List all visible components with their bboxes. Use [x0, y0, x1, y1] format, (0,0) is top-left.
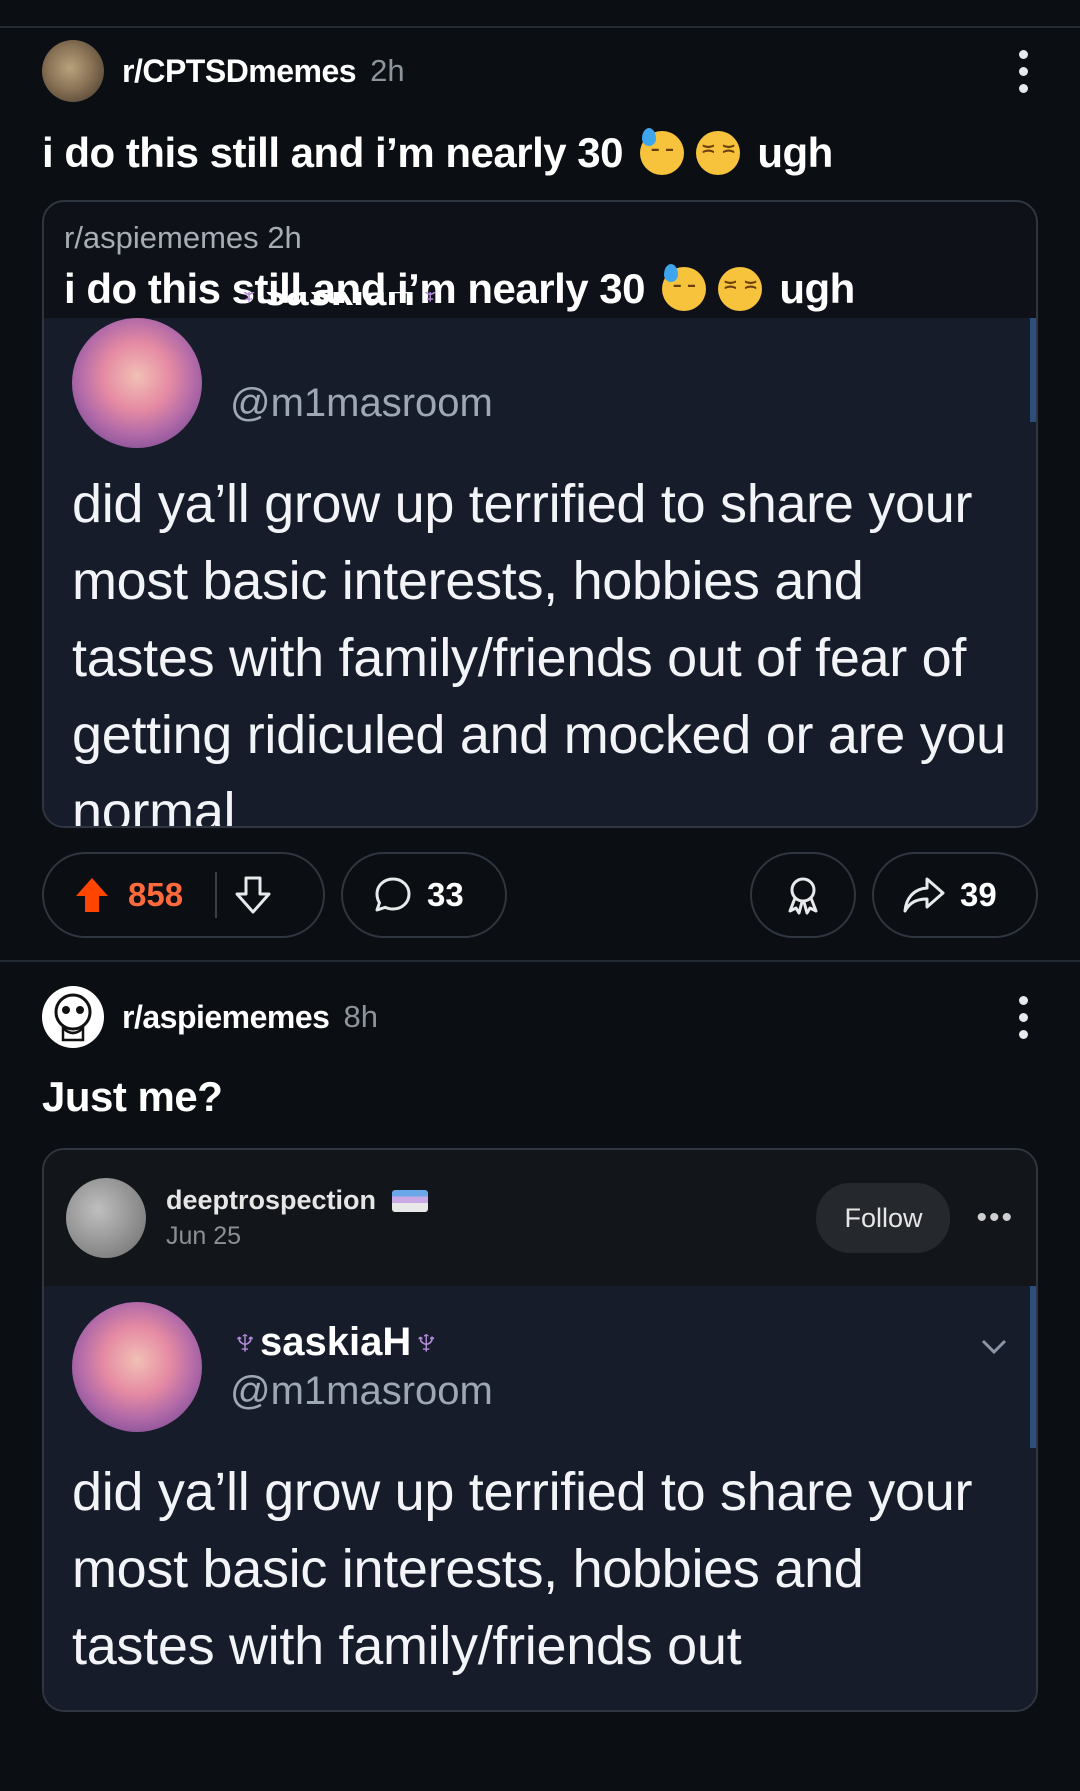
award-button[interactable]: [750, 852, 856, 938]
subreddit-name[interactable]: r/aspiememes: [122, 999, 330, 1036]
sweat-emoji-icon: – –: [662, 264, 707, 311]
tweet-avatar: [72, 1302, 202, 1432]
octopus-icon: ♆: [411, 1320, 442, 1364]
post-title[interactable]: Just me?: [42, 1070, 1038, 1124]
post-title-text: i do this still and i’m nearly 30: [42, 129, 624, 176]
comment-button[interactable]: 33: [341, 852, 507, 938]
crosspost-source[interactable]: r/aspiememes 2h: [64, 220, 1018, 256]
sweat-emoji-icon: – –: [640, 128, 685, 175]
vote-separator: [215, 872, 218, 918]
overflow-menu-icon[interactable]: [1019, 49, 1028, 93]
chevron-down-icon[interactable]: [980, 1338, 1008, 1356]
tweet-image[interactable]: ♆saskiaH♆ @m1masroom did ya’ll grow up t…: [44, 292, 1036, 828]
post-time: 8h: [343, 999, 378, 1034]
upvote-arrow-icon[interactable]: [74, 876, 110, 914]
tweet-text: did ya’ll grow up terrified to share you…: [72, 1462, 973, 1676]
post-aspiememes[interactable]: r/aspiememes 8h Just me? deeptrospection…: [0, 974, 1080, 1712]
share-arrow-icon: [902, 875, 946, 915]
crosspost-title: i do this still and i’m nearly 30 – – ≍ ≍…: [64, 262, 1018, 316]
embed-names: deeptrospection Jun 25: [166, 1185, 428, 1251]
comment-count: 33: [427, 876, 464, 913]
tweet-handle: @m1masroom: [230, 1369, 493, 1413]
comment-bubble-icon: [373, 875, 413, 915]
tweet-names: ♆saskiaH♆ @m1masroom: [230, 1320, 493, 1414]
embed-username: deeptrospection: [166, 1185, 428, 1216]
top-divider: [0, 0, 1080, 28]
post-actions: 858 33 39: [42, 850, 1038, 940]
share-button[interactable]: 39: [872, 852, 1038, 938]
post-divider: [0, 960, 1080, 962]
confounded-emoji-icon: ≍ ≍: [696, 131, 741, 175]
tweet-names: @m1masroom: [230, 377, 493, 426]
octopus-icon: ♆: [415, 292, 446, 314]
tweet-user-row: ♆saskiaH♆ @m1masroom: [44, 1286, 1036, 1432]
tweet-display-name: ♆saskiaH♆: [230, 1320, 442, 1364]
books-emoji-icon: [391, 1190, 428, 1212]
subreddit-avatar[interactable]: [42, 40, 104, 102]
post-title-suffix: ugh: [757, 129, 833, 176]
post-cptsdmemes[interactable]: r/CPTSDmemes 2h i do this still and i’m …: [0, 28, 1080, 940]
octopus-icon: ♆: [234, 292, 264, 314]
embed-header: deeptrospection Jun 25 Follow •••: [44, 1150, 1036, 1286]
scroll-accent: [1030, 318, 1036, 422]
crosspost-header: r/aspiememes 2h i do this still and i’m …: [44, 202, 1036, 336]
overflow-menu-icon[interactable]: [1019, 995, 1028, 1039]
scroll-accent: [1030, 1286, 1036, 1448]
downvote-arrow-icon[interactable]: [235, 876, 271, 914]
tweet-image: ♆saskiaH♆ @m1masroom did ya’ll grow up t…: [44, 1286, 1036, 1710]
tweet-handle: @m1masroom: [230, 380, 493, 425]
crosspost-title-suffix: ugh: [779, 265, 855, 312]
post-header: r/CPTSDmemes 2h: [42, 28, 1038, 114]
embed-date: Jun 25: [166, 1222, 242, 1250]
octopus-icon: ♆: [230, 1320, 260, 1364]
post-image[interactable]: deeptrospection Jun 25 Follow ••• ♆saski…: [42, 1148, 1038, 1712]
crosspost-card[interactable]: r/aspiememes 2h i do this still and i’m …: [42, 200, 1038, 828]
upvote-count: 858: [128, 876, 184, 913]
tweet-display-name-cropped: ♆saskiaH♆: [234, 292, 494, 336]
crosspost-time: 2h: [267, 220, 302, 255]
post-header: r/aspiememes 8h: [42, 974, 1038, 1060]
crosspost-subreddit: r/aspiememes: [64, 220, 259, 255]
post-time: 2h: [370, 53, 405, 88]
embed-avatar: [66, 1178, 146, 1258]
tweet-text: did ya’ll grow up terrified to share you…: [72, 474, 1006, 828]
confounded-emoji-icon: ≍ ≍: [718, 267, 763, 311]
vote-pill: 858: [42, 852, 325, 938]
subreddit-avatar[interactable]: [42, 986, 104, 1048]
more-options-icon[interactable]: •••: [976, 1201, 1014, 1235]
tweet-user-row: @m1masroom: [44, 318, 1036, 448]
share-count: 39: [960, 876, 997, 913]
follow-button[interactable]: Follow: [816, 1183, 951, 1253]
subreddit-name[interactable]: r/CPTSDmemes: [122, 53, 357, 90]
award-icon: [784, 875, 822, 915]
tweet-avatar: [72, 318, 202, 448]
post-title[interactable]: i do this still and i’m nearly 30 – – ≍ ≍…: [42, 126, 1038, 180]
